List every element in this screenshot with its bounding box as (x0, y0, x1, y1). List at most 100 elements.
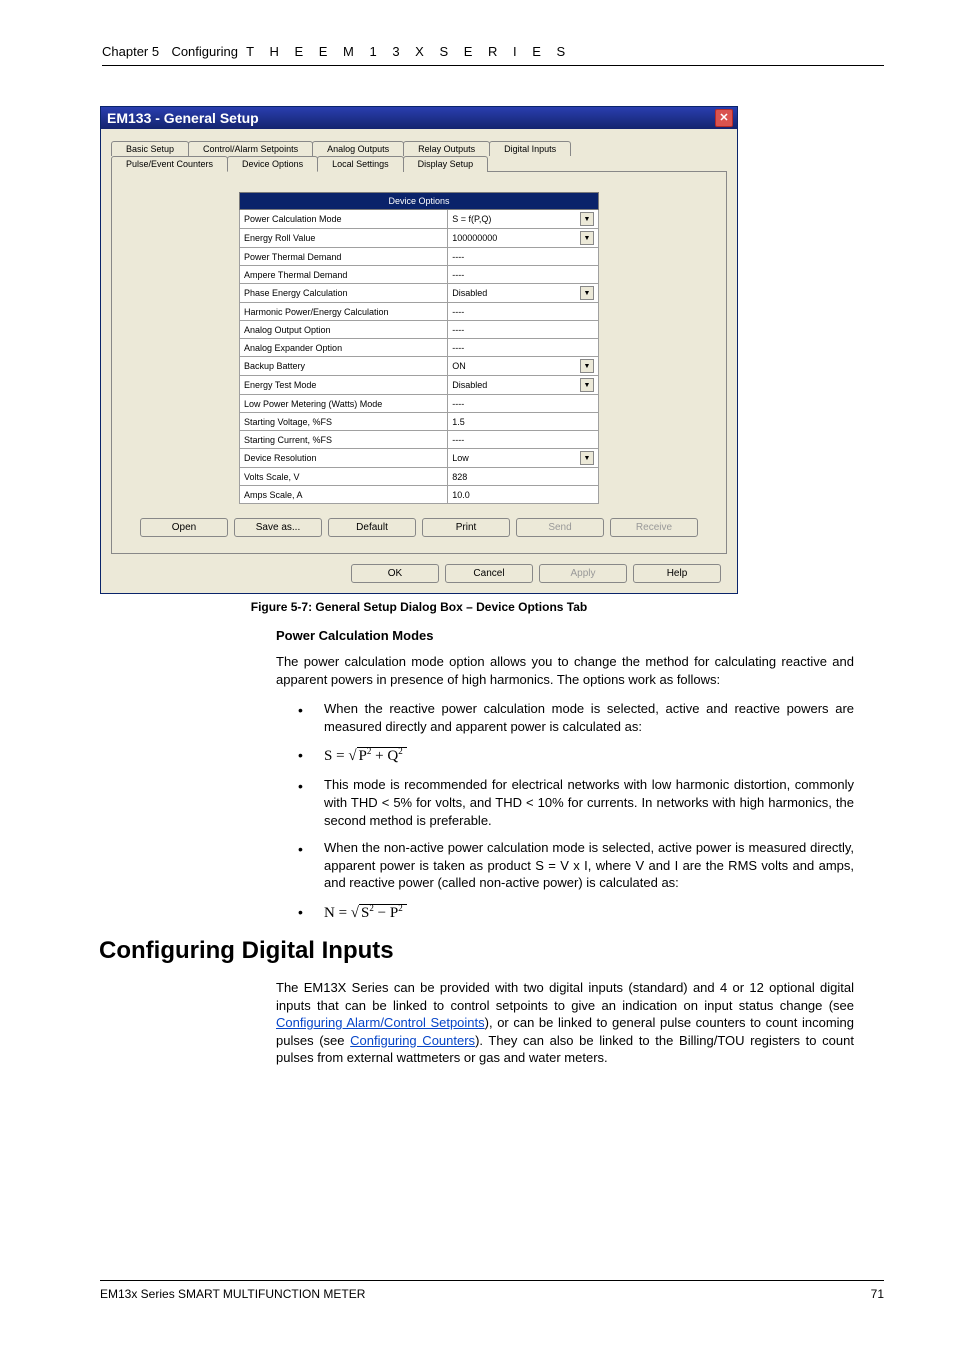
window-title: EM133 - General Setup (107, 110, 259, 126)
device-options-table: Device Options Power Calculation ModeS =… (239, 192, 599, 504)
table-row: Phase Energy Calculation Disabled ▼ (240, 284, 599, 303)
option-value-text: ON (452, 361, 466, 371)
figure-caption: Figure 5-7: General Setup Dialog Box – D… (100, 600, 738, 614)
formula: S = √P2 + Q2 (324, 745, 854, 766)
option-label: Phase Energy Calculation (240, 284, 448, 303)
receive-button: Receive (610, 518, 698, 537)
option-value: ---- (448, 266, 599, 284)
tab-display-setup[interactable]: Display Setup (403, 156, 489, 172)
tab-basic-setup[interactable]: Basic Setup (111, 141, 189, 156)
bullet-icon: • (298, 902, 324, 923)
option-label: Harmonic Power/Energy Calculation (240, 303, 448, 321)
list-item-text: When the reactive power calculation mode… (324, 700, 854, 735)
tab-digital-inputs[interactable]: Digital Inputs (489, 141, 571, 156)
tabs-container: Basic SetupControl/Alarm SetpointsAnalog… (109, 137, 729, 556)
link-configuring-counters[interactable]: Configuring Counters (350, 1033, 475, 1048)
para-text-a: The EM13X Series can be provided with tw… (276, 980, 854, 1013)
intro-paragraph: The power calculation mode option allows… (276, 653, 854, 688)
tab-device-options[interactable]: Device Options (227, 156, 318, 172)
chapter-title: T H E E M 1 3 X S E R I E S (246, 44, 571, 59)
table-row: Energy Test ModeDisabled▼ (240, 376, 599, 395)
option-value-text: Low (452, 453, 469, 463)
tab-analog-outputs[interactable]: Analog Outputs (312, 141, 404, 156)
ok-button[interactable]: OK (351, 564, 439, 583)
default-button[interactable]: Default (328, 518, 416, 537)
table-row: Harmonic Power/Energy Calculation---- (240, 303, 599, 321)
table-row: Power Thermal Demand---- (240, 248, 599, 266)
tabs-row-1: Basic SetupControl/Alarm SetpointsAnalog… (111, 141, 727, 156)
tab-local-settings[interactable]: Local Settings (317, 156, 404, 172)
section-heading: Configuring Digital Inputs (99, 937, 884, 965)
tab-panel-device-options: Device Options Power Calculation ModeS =… (111, 171, 727, 554)
table-row: Analog Expander Option---- (240, 339, 599, 357)
list-item-text: When the non-active power calculation mo… (324, 839, 854, 892)
list-item: •This mode is recommended for electrical… (298, 776, 854, 829)
option-value[interactable]: Disabled ▼ (448, 284, 599, 303)
table-row: Backup BatteryON▼ (240, 357, 599, 376)
tabs-row-2: Pulse/Event CountersDevice OptionsLocal … (111, 156, 727, 172)
option-label: Amps Scale, A (240, 486, 448, 504)
list-item-text: This mode is recommended for electrical … (324, 776, 854, 829)
table-row: Starting Current, %FS---- (240, 431, 599, 449)
print-button[interactable]: Print (422, 518, 510, 537)
tab-relay-outputs[interactable]: Relay Outputs (403, 141, 490, 156)
option-value: 1.5 (448, 413, 599, 431)
table-row: Starting Voltage, %FS1.5 (240, 413, 599, 431)
option-value-text: S = f(P,Q) (452, 214, 491, 224)
option-value[interactable]: Disabled ▼ (448, 376, 599, 395)
bullet-list: •When the reactive power calculation mod… (298, 700, 854, 923)
open-button[interactable]: Open (140, 518, 228, 537)
chevron-down-icon[interactable]: ▼ (580, 212, 594, 226)
help-button[interactable]: Help (633, 564, 721, 583)
list-item: •S = √P2 + Q2 (298, 745, 854, 766)
option-value[interactable]: ON ▼ (448, 357, 599, 376)
chevron-down-icon[interactable]: ▼ (580, 231, 594, 245)
table-row: Energy Roll Value 100000000 ▼ (240, 229, 599, 248)
link-configuring-setpoints[interactable]: Configuring Alarm/Control Setpoints (276, 1015, 485, 1030)
table-row: Amps Scale, A10.0 (240, 486, 599, 504)
option-value-text: Disabled (452, 288, 487, 298)
table-row: Device Resolution Low ▼ (240, 449, 599, 468)
option-label: Power Calculation Mode (240, 210, 448, 229)
footer-right: 71 (871, 1287, 884, 1301)
bullet-icon: • (298, 745, 324, 766)
titlebar[interactable]: EM133 - General Setup ✕ (101, 107, 737, 129)
tab-control-alarm-setpoints[interactable]: Control/Alarm Setpoints (188, 141, 313, 156)
option-label: Energy Roll Value (240, 229, 448, 248)
option-label: Analog Output Option (240, 321, 448, 339)
button-row-1: OpenSave as...DefaultPrintSendReceive (122, 518, 716, 537)
bullet-icon: • (298, 839, 324, 892)
power-calc-heading: Power Calculation Modes (276, 628, 884, 643)
option-value-text: 100000000 (452, 233, 497, 243)
list-item: •When the non-active power calculation m… (298, 839, 854, 892)
tab-pulse-event-counters[interactable]: Pulse/Event Counters (111, 156, 228, 172)
option-value: ---- (448, 431, 599, 449)
option-label: Device Resolution (240, 449, 448, 468)
chapter-number: Chapter 5 (102, 44, 159, 59)
option-value: 10.0 (448, 486, 599, 504)
option-value[interactable]: 100000000 ▼ (448, 229, 599, 248)
chevron-down-icon[interactable]: ▼ (580, 451, 594, 465)
option-value[interactable]: S = f(P,Q) ▼ (448, 210, 599, 229)
page-footer: EM13x Series SMART MULTIFUNCTION METER 7… (100, 1280, 884, 1301)
cancel-button[interactable]: Cancel (445, 564, 533, 583)
apply-button: Apply (539, 564, 627, 583)
chevron-down-icon[interactable]: ▼ (580, 378, 594, 392)
table-row: Low Power Metering (Watts) Mode---- (240, 395, 599, 413)
table-header: Device Options (240, 193, 599, 210)
bullet-icon: • (298, 700, 324, 735)
table-row: Analog Output Option---- (240, 321, 599, 339)
chapter-verb: Configuring (171, 44, 238, 59)
button-row-2: OK Cancel Apply Help (109, 564, 729, 583)
option-value[interactable]: Low ▼ (448, 449, 599, 468)
footer-left: EM13x Series SMART MULTIFUNCTION METER (100, 1287, 365, 1301)
table-row: Volts Scale, V828 (240, 468, 599, 486)
option-value: ---- (448, 248, 599, 266)
chevron-down-icon[interactable]: ▼ (580, 286, 594, 300)
chevron-down-icon[interactable]: ▼ (580, 359, 594, 373)
close-icon[interactable]: ✕ (715, 109, 733, 127)
option-value: ---- (448, 395, 599, 413)
digital-inputs-paragraph: The EM13X Series can be provided with tw… (276, 979, 854, 1067)
save-as--button[interactable]: Save as... (234, 518, 322, 537)
option-value-text: Disabled (452, 380, 487, 390)
